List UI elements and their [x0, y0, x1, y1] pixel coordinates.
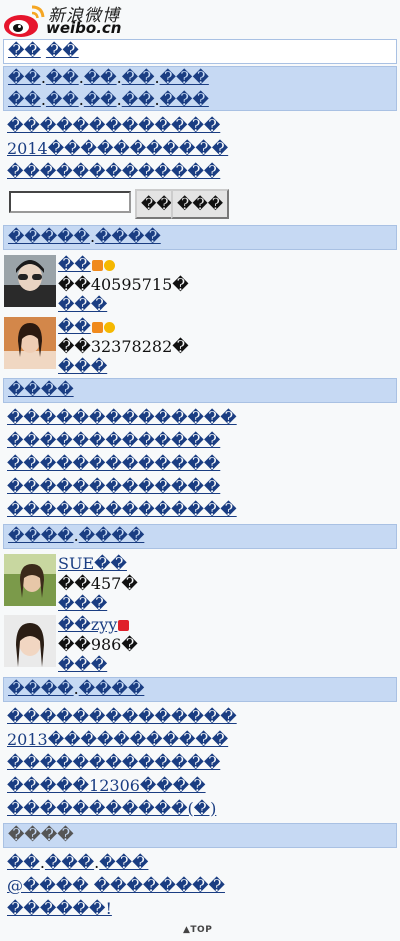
- vip-v-icon: [91, 260, 103, 271]
- section-header-grassroots: ����.����: [3, 524, 397, 549]
- section-title: ����: [8, 825, 74, 844]
- user-name[interactable]: ��: [58, 255, 91, 274]
- register-link[interactable]: ��: [46, 41, 79, 60]
- nav-link[interactable]: ��: [122, 68, 155, 87]
- fans-count: ��40595715�: [58, 275, 189, 294]
- follow-link[interactable]: ���: [58, 357, 107, 376]
- user-info: ��zyy ��986� ���: [58, 615, 138, 675]
- nav-bar: ��.��.��.��.��� ��.��.��.��.���: [3, 66, 397, 111]
- fans-count: ��457�: [58, 574, 138, 593]
- topic-link[interactable]: ��������������: [7, 407, 237, 429]
- avatar[interactable]: [4, 317, 56, 369]
- user-name[interactable]: ��zyy: [58, 615, 117, 634]
- topic-link[interactable]: �������������: [7, 476, 220, 498]
- user-info: SUE�� ��457� ���: [58, 554, 138, 614]
- weibo-logo[interactable]: 新浪微博 weibo.cn: [2, 1, 134, 39]
- back-to-top-link[interactable]: ▲TOP: [183, 925, 212, 935]
- crown-icon: [103, 260, 115, 271]
- app-link[interactable]: ��������������: [7, 706, 237, 728]
- follow-link[interactable]: ���: [58, 655, 107, 674]
- nav-row-1: ��.��.��.��.���: [8, 68, 209, 87]
- app-link[interactable]: 2013�����������: [7, 729, 228, 751]
- footer-link[interactable]: ���: [99, 853, 148, 872]
- daren-icon: [118, 620, 130, 631]
- nav-link[interactable]: ��: [8, 90, 41, 109]
- section-header-topics: ����: [3, 378, 397, 403]
- fans-count: ��32378282�: [58, 337, 189, 356]
- user-name[interactable]: SUE��: [58, 554, 127, 573]
- section-link[interactable]: ����: [79, 679, 145, 698]
- nav-link[interactable]: ��: [46, 68, 79, 87]
- app-link[interactable]: �����������(�): [7, 798, 216, 820]
- news-link[interactable]: �������������: [7, 115, 220, 137]
- section-header-famous: �����.����: [3, 225, 397, 250]
- follow-link[interactable]: ���: [58, 295, 107, 314]
- crown-icon: [103, 322, 115, 333]
- nav-row-2: ��.��.��.��.���: [8, 90, 209, 109]
- section-link[interactable]: ����: [8, 380, 74, 399]
- footer-link[interactable]: ���: [45, 853, 94, 872]
- news-link[interactable]: �������������: [7, 161, 220, 183]
- user-name[interactable]: ��: [58, 317, 91, 336]
- user-info: �� ��32378282� ���: [58, 317, 189, 377]
- nav-link[interactable]: ��: [122, 90, 155, 109]
- app-link[interactable]: �������������: [7, 752, 220, 774]
- search-input[interactable]: [9, 191, 131, 213]
- section-link[interactable]: ����: [8, 526, 74, 545]
- user-info: �� ��40595715� ���: [58, 255, 189, 315]
- section-link[interactable]: �����: [8, 227, 90, 246]
- topic-link[interactable]: �������������: [7, 453, 220, 475]
- search-user-button[interactable]: ���: [171, 189, 230, 219]
- app-link[interactable]: �����12306����: [7, 775, 206, 797]
- footer-link[interactable]: ������!: [7, 898, 112, 920]
- section-link[interactable]: ����: [79, 526, 145, 545]
- nav-link[interactable]: ��: [84, 68, 117, 87]
- section-link[interactable]: ����: [8, 679, 74, 698]
- section-header-apps: ����.����: [3, 677, 397, 702]
- nav-link[interactable]: ��: [8, 68, 41, 87]
- news-link[interactable]: 2014�����������: [7, 138, 228, 160]
- footer-links-row: ��.���.���: [7, 853, 149, 872]
- section-header-footer: ����: [3, 823, 397, 848]
- footer-link[interactable]: @���� ��������: [7, 875, 225, 897]
- logo-domain-text: weibo.cn: [46, 19, 122, 37]
- footer-link[interactable]: ��: [7, 853, 40, 872]
- nav-link[interactable]: ���: [160, 90, 209, 109]
- nav-link[interactable]: ���: [160, 68, 209, 87]
- topic-link[interactable]: ��������������: [7, 499, 237, 521]
- avatar[interactable]: [4, 255, 56, 307]
- avatar[interactable]: [4, 554, 56, 606]
- login-bar: �� ��: [3, 39, 397, 64]
- section-link[interactable]: ����: [95, 227, 161, 246]
- topic-link[interactable]: �������������: [7, 430, 220, 452]
- fans-count: ��986�: [58, 635, 138, 654]
- follow-link[interactable]: ���: [58, 594, 107, 613]
- vip-v-icon: [91, 322, 103, 333]
- weibo-eye-icon: [4, 5, 45, 37]
- login-link[interactable]: ��: [8, 41, 41, 60]
- nav-link[interactable]: ��: [46, 90, 79, 109]
- avatar[interactable]: [4, 615, 56, 667]
- nav-link[interactable]: ��: [84, 90, 117, 109]
